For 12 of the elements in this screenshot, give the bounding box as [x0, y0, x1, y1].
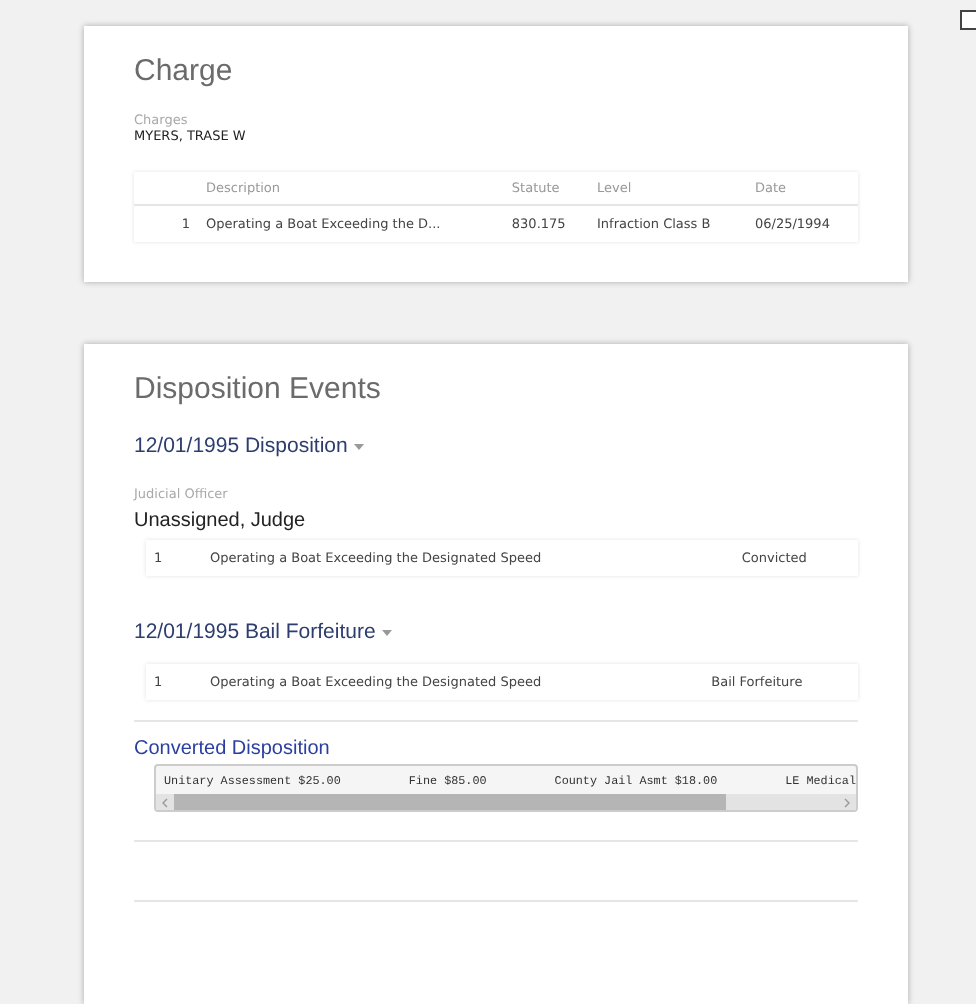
section-title: Disposition Events — [134, 372, 383, 406]
checkbox-icon[interactable] — [960, 10, 976, 30]
scroll-right-icon[interactable] — [844, 797, 850, 807]
section-title: Charge — [134, 54, 235, 88]
event-heading[interactable]: 12/01/1995 Bail Forfeiture — [134, 620, 376, 644]
caret-icon[interactable] — [353, 443, 364, 449]
scroll-left-icon[interactable] — [162, 797, 168, 807]
officer-name: Unassigned, Judge — [134, 510, 308, 532]
converted-title: Converted Disposition — [134, 738, 332, 760]
event-heading[interactable]: 12/01/1995 Disposition — [134, 434, 348, 458]
scrollbar-thumb[interactable] — [174, 794, 726, 810]
caret-icon[interactable] — [381, 629, 392, 635]
